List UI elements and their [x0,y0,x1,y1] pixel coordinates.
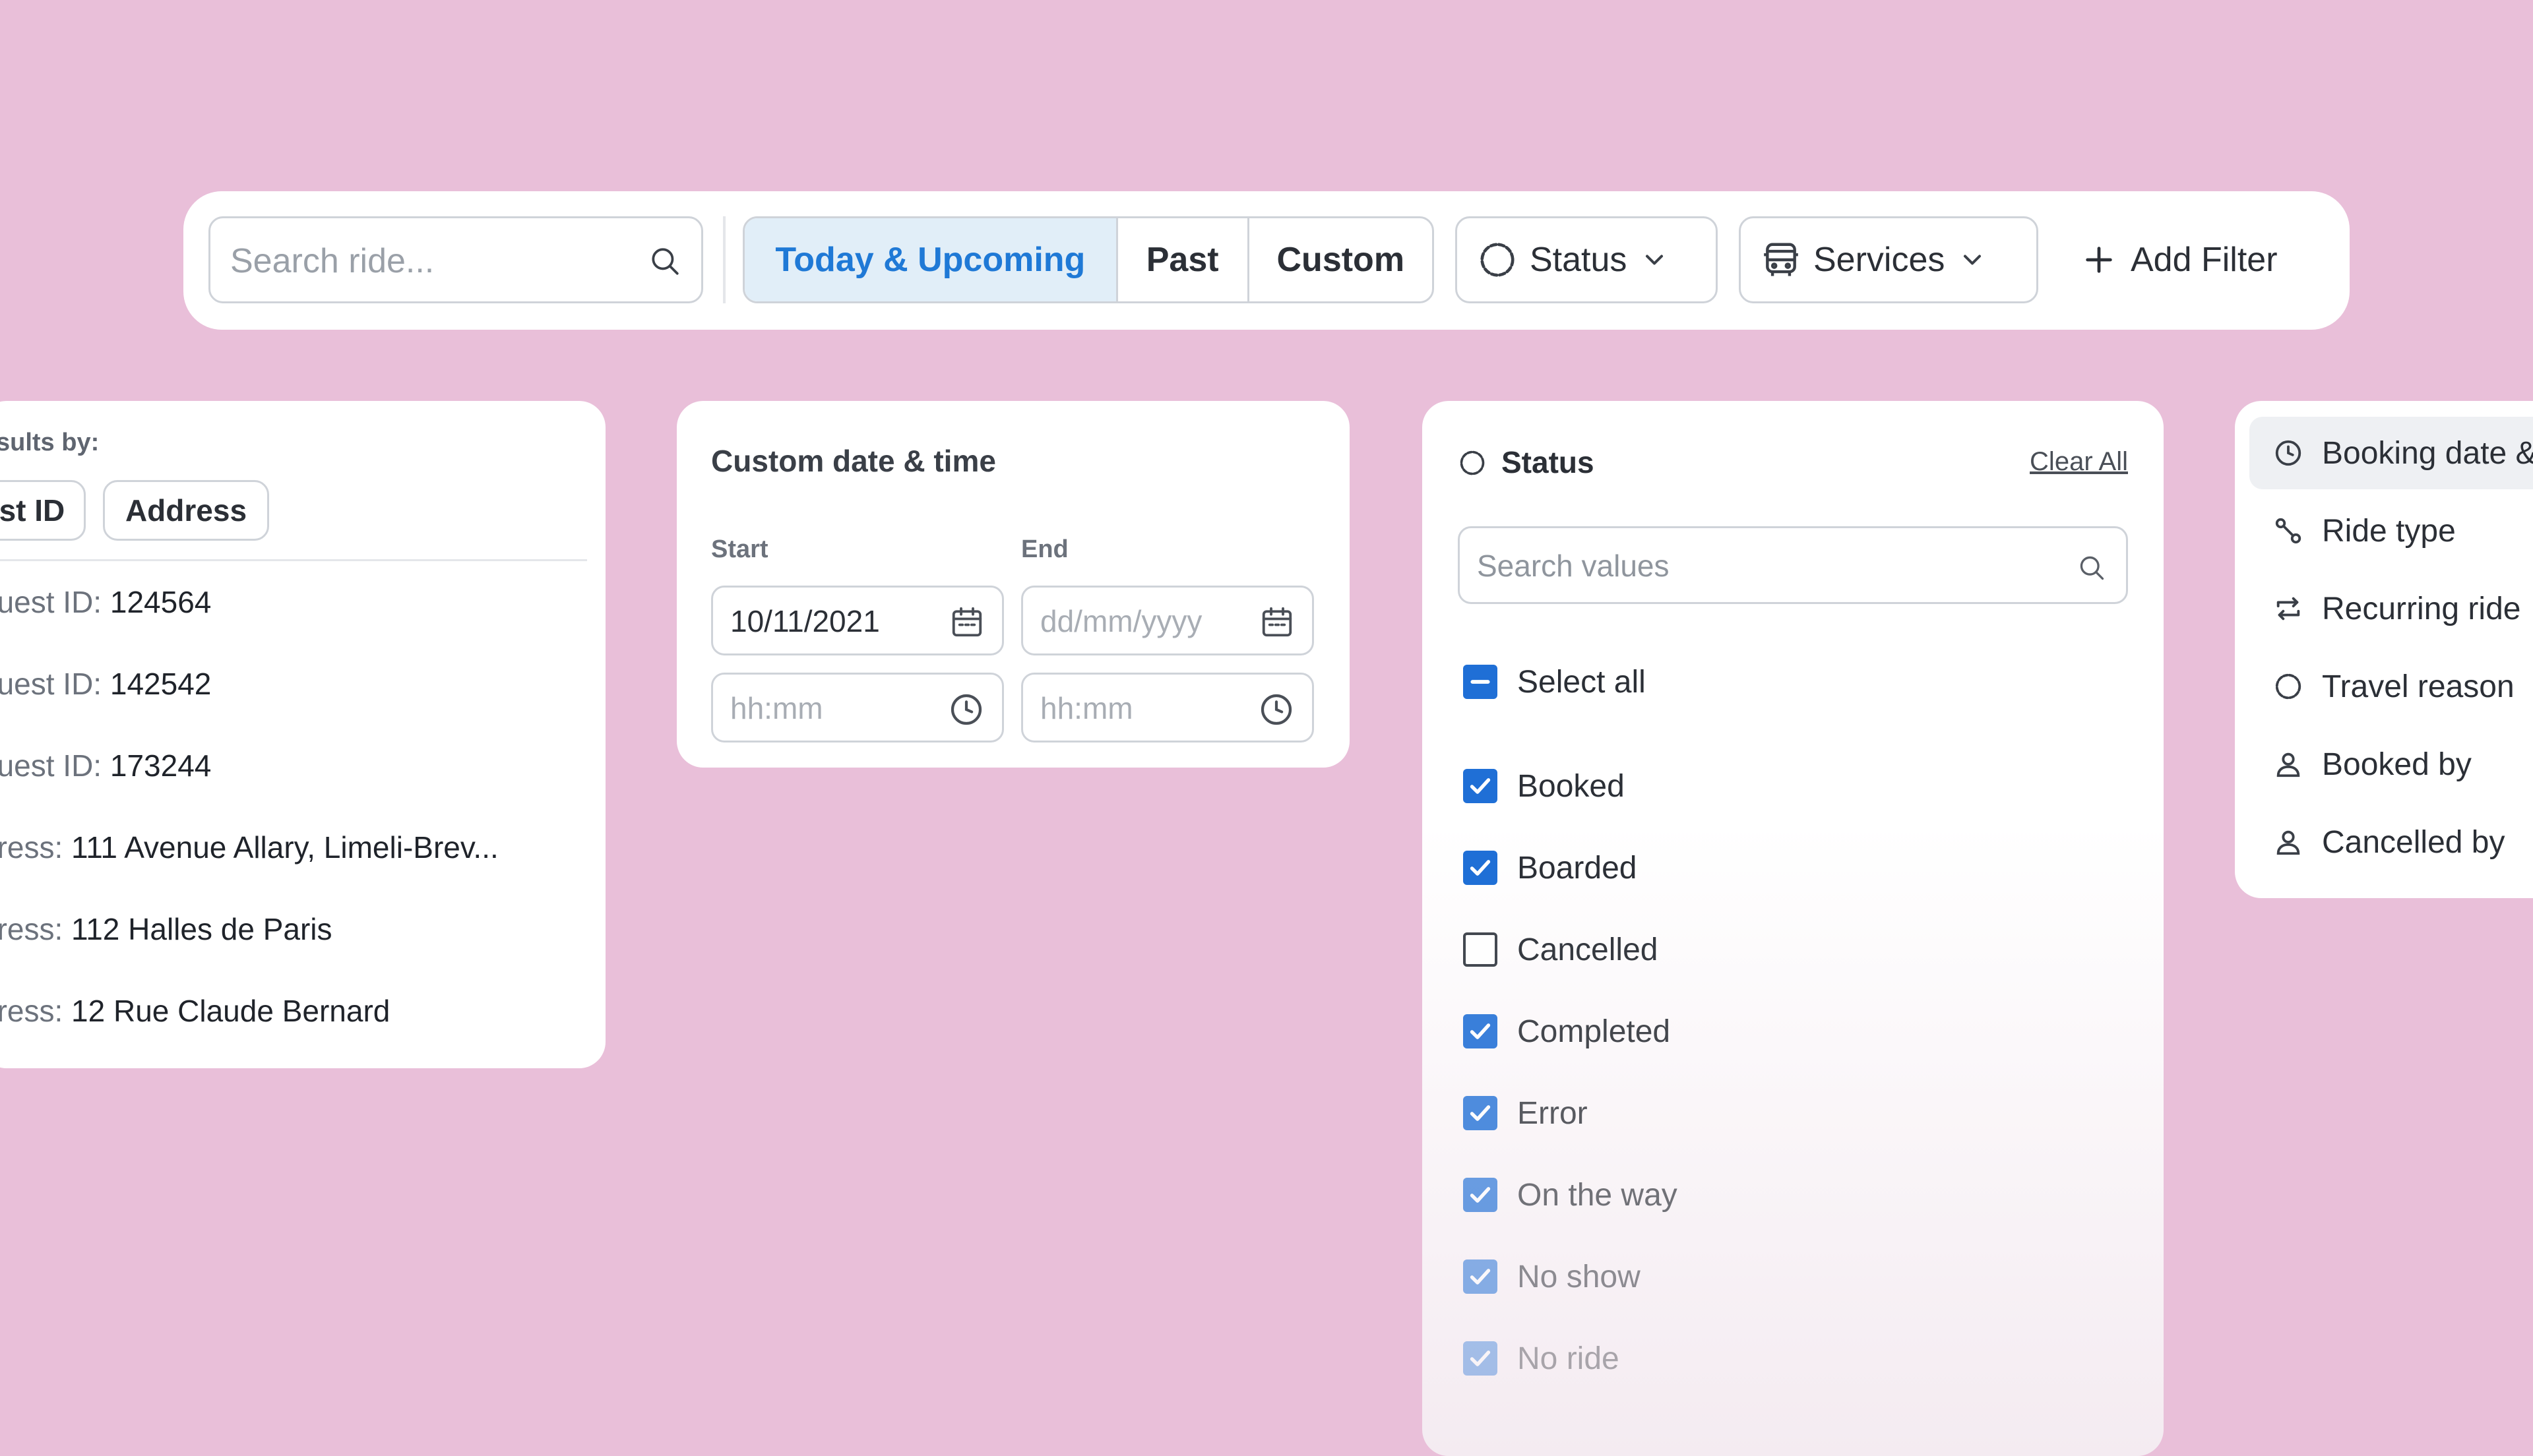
status-option-no-show[interactable]: No show [1463,1257,1641,1296]
bus-icon [1761,239,1801,280]
search-icon [648,245,681,278]
result-row[interactable]: quest ID: 124564 [0,584,211,620]
end-label: End [1021,535,1069,563]
menu-item-booked-by[interactable]: Booked by [2249,728,2533,801]
result-row[interactable]: quest ID: 173244 [0,748,211,783]
status-card-title: Status [1501,445,1594,479]
start-time-field[interactable] [711,673,1004,743]
repeat-icon [2273,593,2303,624]
result-row[interactable]: dress: 111 Avenue Allary, Limeli-Brev... [0,830,499,865]
chevron-down-icon [1640,245,1669,274]
status-option-completed[interactable]: Completed [1463,1012,1670,1051]
status-spinner-icon [1458,448,1487,477]
menu-item-booking-date[interactable]: Booking date & [2249,417,2533,489]
status-filter-button[interactable]: Status [1455,216,1718,303]
checkbox-checked[interactable] [1463,851,1497,885]
add-filter-menu: Booking date & Ride type Recurring ride … [2235,401,2533,898]
add-filter-label: Add Filter [2131,241,2278,279]
result-row[interactable]: dress: 112 Halles de Paris [0,911,332,947]
checkbox-checked[interactable] [1463,769,1497,803]
services-filter-label: Services [1813,241,1945,279]
end-date-field[interactable] [1021,586,1314,655]
custom-date-card: Custom date & time Start End [677,401,1350,768]
segment-today-upcoming[interactable]: Today & Upcoming [745,218,1116,301]
clock-icon [2273,438,2303,468]
custom-date-title: Custom date & time [711,444,996,478]
start-date-field[interactable] [711,586,1004,655]
circle-icon [2273,671,2303,702]
segment-past[interactable]: Past [1115,218,1247,301]
results-divider [0,559,587,561]
status-spinner-icon [1477,239,1518,280]
checkbox-unchecked[interactable] [1463,932,1497,967]
chip-address[interactable]: Address [103,480,269,541]
menu-item-recurring-ride[interactable]: Recurring ride [2249,572,2533,645]
user-icon [2273,749,2303,779]
select-all-label: Select all [1517,664,1646,700]
route-icon [2273,516,2303,546]
result-row[interactable]: dress: 12 Rue Claude Bernard [0,993,390,1029]
search-values-input[interactable] [1476,541,2059,590]
status-option-cancelled[interactable]: Cancelled [1463,930,1658,969]
checkbox-checked[interactable] [1463,1178,1497,1212]
start-time-input[interactable] [729,684,943,733]
checkbox-checked[interactable] [1463,1259,1497,1294]
menu-item-cancelled-by[interactable]: Cancelled by [2249,806,2533,878]
search-results-card: sults by: est ID Address quest ID: 12456… [0,401,606,1068]
checkbox-checked[interactable] [1463,1096,1497,1130]
calendar-icon[interactable] [1259,604,1295,640]
status-option-on-the-way[interactable]: On the way [1463,1175,1677,1215]
plus-icon [2082,243,2116,277]
results-heading: sults by: [0,429,100,456]
user-icon [2273,827,2303,857]
status-option-booked[interactable]: Booked [1463,766,1625,806]
filter-toolbar: Today & Upcoming Past Custom Status Serv… [183,191,2350,330]
search-ride-box[interactable] [208,216,703,303]
select-all-checkbox-row[interactable]: Select all [1463,662,1646,702]
status-filter-card: Status Clear All Select all Booked Board… [1422,401,2164,1456]
clock-icon[interactable] [1258,691,1295,728]
result-row[interactable]: quest ID: 142542 [0,666,211,702]
end-time-field[interactable] [1021,673,1314,743]
end-date-input[interactable] [1039,597,1253,646]
calendar-icon[interactable] [949,604,985,640]
menu-item-travel-reason[interactable]: Travel reason [2249,650,2533,723]
indeterminate-checkbox[interactable] [1463,665,1497,699]
status-option-boarded[interactable]: Boarded [1463,848,1637,888]
status-filter-label: Status [1530,241,1627,279]
services-filter-button[interactable]: Services [1739,216,2038,303]
clear-all-link[interactable]: Clear All [2030,447,2128,477]
toolbar-divider [723,216,726,303]
status-option-no-ride[interactable]: No ride [1463,1339,1619,1378]
add-filter-button[interactable]: Add Filter [2082,216,2278,303]
search-values-box[interactable] [1458,526,2128,604]
segment-custom[interactable]: Custom [1247,218,1432,301]
menu-item-ride-type[interactable]: Ride type [2249,495,2533,567]
start-label: Start [711,535,768,563]
chevron-down-icon [1958,245,1987,274]
date-range-segmented-control: Today & Upcoming Past Custom [743,216,1434,303]
checkbox-checked[interactable] [1463,1341,1497,1376]
chip-request-id[interactable]: est ID [0,480,86,541]
end-time-input[interactable] [1039,684,1253,733]
start-date-input[interactable] [729,597,943,646]
search-ride-input[interactable] [229,231,627,291]
status-option-error[interactable]: Error [1463,1093,1588,1133]
search-icon [2077,553,2106,582]
clock-icon[interactable] [948,691,985,728]
checkbox-checked[interactable] [1463,1014,1497,1048]
